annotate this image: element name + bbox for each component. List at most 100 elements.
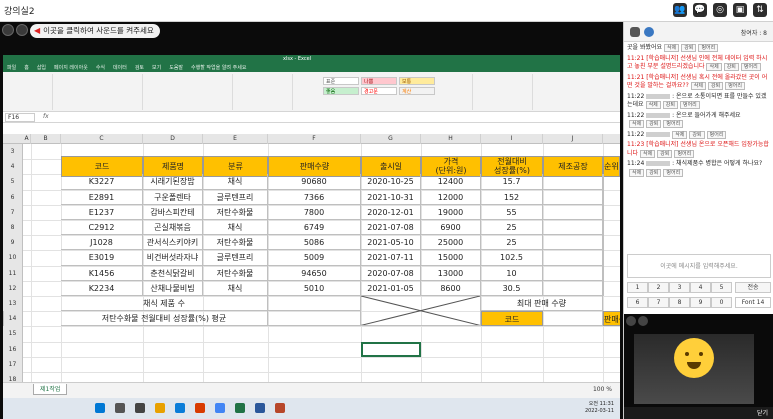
row-header-16[interactable]: 16 bbox=[3, 341, 23, 357]
message-action-button[interactable]: 강퇴 bbox=[723, 63, 739, 71]
message-action-button[interactable]: 벙어리 bbox=[663, 120, 684, 128]
cell[interactable]: E3019 bbox=[61, 250, 143, 266]
edge-icon[interactable] bbox=[175, 403, 185, 413]
screen-icon[interactable]: ▣ bbox=[733, 3, 747, 17]
cell[interactable]: 코드 bbox=[481, 311, 543, 327]
cell[interactable] bbox=[603, 189, 604, 205]
message-action-button[interactable]: 벙어리 bbox=[725, 82, 745, 90]
message-action-button[interactable]: 벙어리 bbox=[740, 63, 761, 71]
cell[interactable]: 10 bbox=[481, 265, 543, 281]
message-action-button[interactable]: 삭제 bbox=[690, 82, 706, 90]
style-normal[interactable]: 표준 bbox=[323, 77, 359, 85]
cell[interactable]: 30.5 bbox=[481, 280, 543, 296]
menu-item[interactable]: 홈 bbox=[24, 64, 29, 72]
column-header-I[interactable]: I bbox=[481, 134, 543, 144]
gear-icon[interactable] bbox=[644, 27, 654, 37]
message-action-button[interactable]: 강퇴 bbox=[662, 101, 678, 109]
row-header-9[interactable]: 9 bbox=[3, 235, 23, 251]
menu-item[interactable]: 수식 bbox=[96, 64, 105, 72]
cell[interactable]: E1237 bbox=[61, 204, 143, 220]
cell[interactable]: 저탄수화물 bbox=[203, 265, 268, 281]
windows-start-icon[interactable] bbox=[95, 403, 105, 413]
row-header-13[interactable]: 13 bbox=[3, 296, 23, 312]
cell[interactable]: 2020-07-08 bbox=[361, 265, 421, 281]
keypad-key[interactable]: 5 bbox=[711, 282, 732, 293]
message-action-button[interactable]: 삭제 bbox=[672, 130, 688, 139]
zoom-level[interactable]: 100 % bbox=[593, 386, 612, 393]
message-action-button[interactable]: 삭제 bbox=[640, 149, 656, 158]
column-header-A[interactable]: A bbox=[23, 134, 31, 144]
column-header-B[interactable]: B bbox=[31, 134, 61, 144]
style-warning[interactable]: 경고문 bbox=[361, 87, 397, 95]
cell[interactable] bbox=[543, 220, 603, 236]
ribbon-align[interactable] bbox=[143, 74, 233, 110]
cell[interactable] bbox=[543, 250, 603, 266]
cell[interactable]: 7366 bbox=[268, 189, 361, 205]
row-header-10[interactable]: 10 bbox=[3, 250, 23, 266]
swap-icon[interactable]: ⇅ bbox=[753, 3, 767, 17]
column-header-F[interactable]: F bbox=[268, 134, 361, 144]
cell[interactable]: 25 bbox=[481, 235, 543, 251]
cell[interactable] bbox=[603, 174, 604, 190]
cell[interactable]: J1028 bbox=[61, 235, 143, 251]
menu-item[interactable]: 보기 bbox=[152, 64, 161, 72]
cell[interactable]: 12000 bbox=[421, 189, 481, 205]
word-icon[interactable] bbox=[255, 403, 265, 413]
cell[interactable]: 13000 bbox=[421, 265, 481, 281]
cell[interactable]: K3227 bbox=[61, 174, 143, 190]
cell[interactable] bbox=[361, 296, 481, 327]
cell[interactable]: 6900 bbox=[421, 220, 481, 236]
cell[interactable]: 5009 bbox=[268, 250, 361, 266]
row-header-8[interactable]: 8 bbox=[3, 220, 23, 236]
message-action-button[interactable]: 삭제 bbox=[706, 63, 722, 71]
cell[interactable]: 산채나물비빔 bbox=[143, 280, 203, 296]
message-action-button[interactable]: 강퇴 bbox=[681, 44, 697, 52]
sound-enable-button[interactable]: ◀ 이곳을 클릭하여 사운드를 켜주세요 bbox=[30, 24, 160, 38]
cell[interactable]: 저탄수화물 전월대비 성장률(%) 평균 bbox=[61, 311, 268, 327]
cell[interactable]: 7800 bbox=[268, 204, 361, 220]
row-header-6[interactable]: 6 bbox=[3, 189, 23, 205]
chrome-icon[interactable] bbox=[215, 403, 225, 413]
cell[interactable] bbox=[543, 280, 603, 296]
cell[interactable]: 곤실채볶음 bbox=[143, 220, 203, 236]
cell[interactable]: 구운폴렌타 bbox=[143, 189, 203, 205]
style-good[interactable]: 좋음 bbox=[323, 87, 359, 95]
ribbon-clipboard[interactable] bbox=[3, 74, 53, 110]
message-action-button[interactable]: 삭제 bbox=[629, 168, 645, 177]
column-header-E[interactable]: E bbox=[203, 134, 268, 144]
message-action-button[interactable]: 삭제 bbox=[645, 101, 661, 109]
message-action-button[interactable]: 벙어리 bbox=[679, 101, 700, 109]
cell[interactable]: K1456 bbox=[61, 265, 143, 281]
cell[interactable]: 12400 bbox=[421, 174, 481, 190]
message-action-button[interactable]: 강퇴 bbox=[657, 149, 673, 158]
cell[interactable]: 춘천식닭갈비 bbox=[143, 265, 203, 281]
cell[interactable]: K2234 bbox=[61, 280, 143, 296]
cell[interactable] bbox=[543, 189, 603, 205]
camera-icon[interactable] bbox=[638, 316, 648, 326]
message-action-button[interactable]: 삭제 bbox=[664, 44, 680, 52]
cell[interactable] bbox=[603, 250, 604, 266]
menu-item[interactable]: 검토 bbox=[135, 64, 144, 72]
cell[interactable]: 152 bbox=[481, 189, 543, 205]
cell[interactable] bbox=[268, 311, 361, 327]
cell[interactable] bbox=[361, 341, 421, 357]
cell[interactable] bbox=[603, 235, 604, 251]
message-action-button[interactable]: 강퇴 bbox=[689, 130, 705, 139]
row-header-12[interactable]: 12 bbox=[3, 280, 23, 296]
menu-icon[interactable] bbox=[16, 24, 28, 36]
cell[interactable]: 글루텐프리 bbox=[203, 189, 268, 205]
cell[interactable]: 2021-07-08 bbox=[361, 220, 421, 236]
cell[interactable] bbox=[543, 311, 603, 327]
column-header-J[interactable]: J bbox=[543, 134, 603, 144]
office-icon[interactable] bbox=[195, 403, 205, 413]
cell[interactable] bbox=[603, 265, 604, 281]
message-action-button[interactable]: 벙어리 bbox=[698, 44, 719, 52]
ribbon-editing[interactable] bbox=[533, 74, 620, 110]
globe-icon[interactable]: ◎ bbox=[713, 3, 727, 17]
cell[interactable]: 관서식스키야키 bbox=[143, 235, 203, 251]
cell[interactable]: 저탄수화물 bbox=[203, 235, 268, 251]
cell[interactable]: 15.7 bbox=[481, 174, 543, 190]
cell[interactable]: 2021-05-10 bbox=[361, 235, 421, 251]
cell[interactable]: 채식 제품 수 bbox=[61, 296, 268, 312]
cell[interactable]: 2021-01-05 bbox=[361, 280, 421, 296]
